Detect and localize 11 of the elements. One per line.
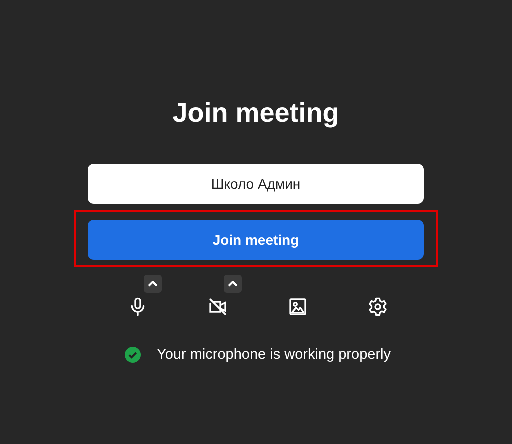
caret-button[interactable] (144, 275, 162, 293)
image-icon[interactable] (288, 297, 308, 317)
status-message: Your microphone is working properly (157, 347, 391, 363)
join-button[interactable]: Join meeting (88, 220, 424, 260)
settings-icon[interactable] (368, 297, 388, 317)
camera-off-icon[interactable] (207, 297, 229, 317)
caret-icon (228, 281, 238, 287)
page-title: Join meeting (172, 97, 340, 130)
caret-icon (148, 281, 158, 287)
caret-button[interactable] (224, 275, 242, 293)
name-field[interactable]: Школо Админ (88, 164, 424, 204)
